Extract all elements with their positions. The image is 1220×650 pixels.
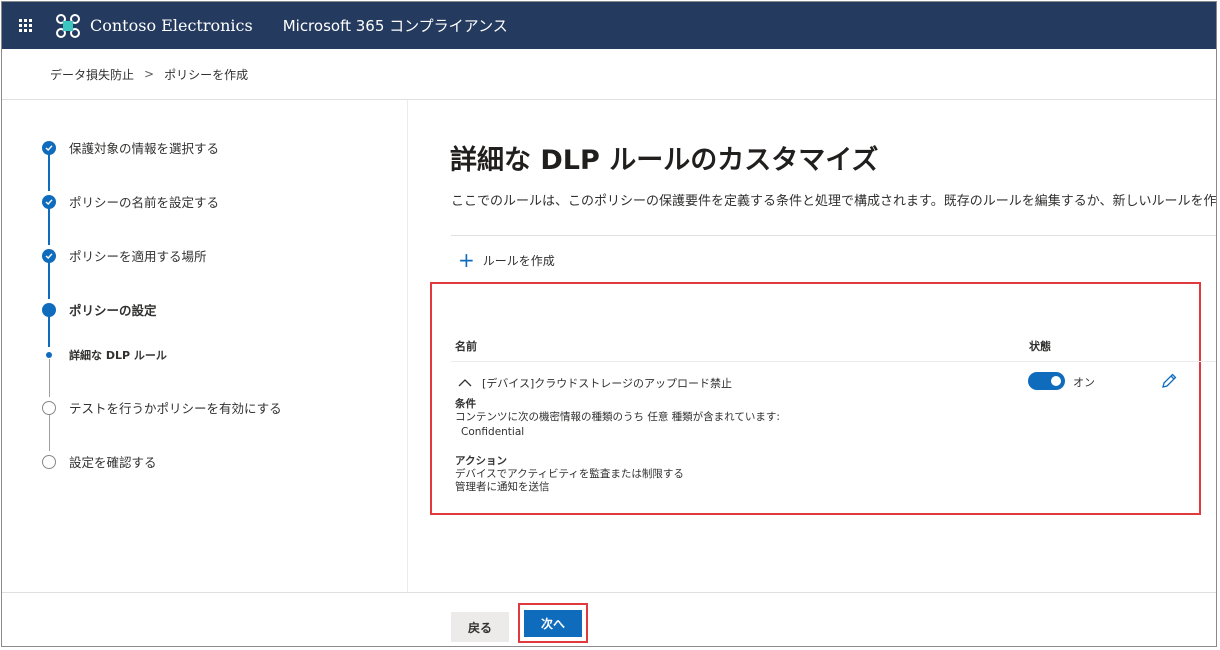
rule-status-toggle[interactable] [1028, 372, 1065, 390]
wizard-step-label: ポリシーの名前を設定する [69, 195, 220, 210]
breadcrumb: データ損失防止 > ポリシーを作成 [2, 49, 1216, 100]
breadcrumb-separator: > [144, 67, 155, 81]
wizard-step-choose-info[interactable]: 保護対象の情報を選択する [42, 138, 219, 157]
conditions-text: コンテンツに次の機密情報の種類のうち 任意 種類が含まれています: [455, 411, 780, 423]
check-icon [42, 140, 56, 155]
step-connector [49, 359, 50, 397]
step-connector [48, 315, 50, 347]
conditions-heading: 条件 [455, 398, 476, 410]
wizard-step-label: ポリシーの設定 [69, 303, 157, 318]
substep-dot-icon [46, 352, 52, 358]
divider [451, 361, 1216, 362]
app-name[interactable]: Microsoft 365 コンプライアンス [283, 15, 508, 36]
step-connector [49, 413, 50, 451]
org-name[interactable]: Contoso Electronics [90, 16, 253, 35]
step-connector [48, 207, 50, 245]
column-header-status[interactable]: 状態 [1029, 338, 1051, 354]
top-bar: Contoso Electronics Microsoft 365 コンプライア… [2, 2, 1216, 49]
action-item: デバイスでアクティビティを監査または制限する [455, 468, 684, 480]
page-title: 詳細な DLP ルールのカスタマイズ [450, 145, 879, 176]
wizard-steps: 保護対象の情報を選択する ポリシーの名前を設定する ポリシーを適用する場所 ポリ… [2, 100, 408, 592]
column-header-name[interactable]: 名前 [455, 338, 477, 354]
wizard-step-label: ポリシーを適用する場所 [69, 249, 207, 264]
wizard-step-name-policy[interactable]: ポリシーの名前を設定する [42, 192, 219, 211]
current-step-icon [42, 302, 56, 317]
rule-expand-toggle[interactable]: [デバイス]クラウドストレージのアップロード禁止 [458, 375, 732, 391]
wizard-step-review[interactable]: 設定を確認する [42, 452, 157, 471]
highlight-box: 次へ [518, 603, 588, 643]
pencil-icon [1162, 373, 1177, 388]
wizard-step-label: 詳細な DLP ルール [69, 349, 167, 362]
step-connector [48, 261, 50, 299]
wizard-substep-dlp-rules[interactable]: 詳細な DLP ルール [42, 347, 167, 363]
next-button[interactable]: 次へ [524, 610, 582, 637]
create-rule-label: ルールを作成 [482, 253, 555, 268]
action-item: 管理者に通知を送信 [455, 481, 550, 493]
empty-circle-icon [42, 400, 56, 415]
step-connector [48, 153, 50, 191]
app-launcher-icon[interactable] [2, 2, 48, 49]
chevron-up-icon [458, 377, 472, 390]
actions-heading: アクション [455, 455, 507, 467]
check-icon [42, 194, 56, 209]
page-description: ここでのルールは、このポリシーの保護要件を定義する条件と処理で構成されます。既存… [451, 194, 1217, 209]
back-button[interactable]: 戻る [451, 612, 509, 642]
wizard-step-policy-settings[interactable]: ポリシーの設定 [42, 300, 157, 319]
empty-circle-icon [42, 454, 56, 469]
breadcrumb-item-dlp[interactable]: データ損失防止 [50, 66, 134, 83]
breadcrumb-item-create-policy: ポリシーを作成 [164, 67, 249, 82]
check-icon [42, 248, 56, 263]
wizard-step-label: テストを行うかポリシーを有効にする [69, 401, 282, 416]
app-frame: Contoso Electronics Microsoft 365 コンプライア… [1, 1, 1217, 647]
wizard-step-label: 設定を確認する [69, 455, 157, 470]
conditions-value: Confidential [461, 426, 525, 438]
wizard-step-locations[interactable]: ポリシーを適用する場所 [42, 246, 207, 265]
contoso-logo-icon [54, 12, 82, 40]
toggle-knob [1051, 376, 1061, 386]
plus-icon: + [458, 248, 475, 272]
toggle-label: オン [1073, 376, 1095, 389]
divider [451, 235, 1216, 236]
edit-rule-button[interactable] [1160, 372, 1178, 390]
wizard-step-label: 保護対象の情報を選択する [69, 141, 220, 156]
wizard-step-test-or-enable[interactable]: テストを行うかポリシーを有効にする [42, 398, 282, 417]
rule-name: [デバイス]クラウドストレージのアップロード禁止 [482, 377, 733, 390]
create-rule-button[interactable]: + ルールを作成 [458, 250, 555, 270]
footer-bar: 戻る 次へ [2, 592, 1216, 646]
main-content: 詳細な DLP ルールのカスタマイズ ここでのルールは、このポリシーの保護要件を… [408, 100, 1217, 592]
